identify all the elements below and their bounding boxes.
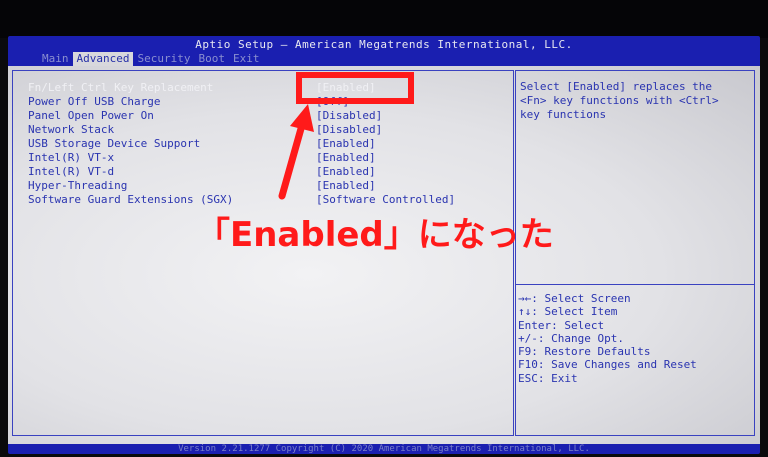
key-save-reset: F10: Save Changes and Reset xyxy=(518,358,697,372)
key-change-opt: +/-: Change Opt. xyxy=(518,331,624,345)
setting-value[interactable]: [Enabled] xyxy=(316,179,376,193)
tab-advanced[interactable]: Advanced xyxy=(72,52,134,66)
setting-intel-vt-d[interactable]: Intel(R) VT-d [Enabled] xyxy=(28,165,498,179)
setting-label: Panel Open Power On xyxy=(28,109,154,122)
highlight-box xyxy=(296,72,414,104)
setting-value[interactable]: [Enabled] xyxy=(316,151,376,165)
setting-sgx[interactable]: Software Guard Extensions (SGX) [Softwar… xyxy=(28,193,498,207)
setting-label: Intel(R) VT-d xyxy=(28,165,115,178)
key-restore-defaults: F9: Restore Defaults xyxy=(518,345,651,359)
key-select-item: ↑↓: Select Item xyxy=(518,305,618,319)
key-enter: Enter: Select xyxy=(518,318,605,332)
key-exit: ESC: Exit xyxy=(518,371,578,385)
setting-hyper-threading[interactable]: Hyper-Threading [Enabled] xyxy=(28,179,498,193)
setting-value[interactable]: [Enabled] xyxy=(316,137,376,151)
annotation-text: 「Enabled」になった xyxy=(196,215,554,255)
setting-value[interactable]: [Software Controlled] xyxy=(316,193,455,207)
setting-label: Fn/Left Ctrl Key Replacement xyxy=(28,81,214,94)
tab-main[interactable]: Main xyxy=(38,52,73,66)
setting-network-stack[interactable]: Network Stack [Disabled] xyxy=(28,123,498,137)
key-select-screen: →←: Select Screen xyxy=(518,292,631,305)
help-description: Select [Enabled] replaces the <Fn> key f… xyxy=(520,80,719,121)
setting-label: Intel(R) VT-x xyxy=(28,151,115,164)
monitor-bezel xyxy=(0,0,768,38)
setting-power-off-usb-charge[interactable]: Power Off USB Charge [Off] xyxy=(28,95,498,109)
setting-panel-open-power-on[interactable]: Panel Open Power On [Disabled] xyxy=(28,109,498,123)
tab-security[interactable]: Security xyxy=(133,52,194,66)
setting-label: Network Stack xyxy=(28,123,115,136)
setting-value[interactable]: [Disabled] xyxy=(316,109,382,123)
tab-exit[interactable]: Exit xyxy=(229,52,264,66)
copyright-footer: Version 2.21.1277 Copyright (C) 2020 Ame… xyxy=(178,444,590,454)
key-legend: →←: Select Screen ↑↓: Select Item Enter:… xyxy=(518,292,750,385)
help-divider xyxy=(515,284,755,285)
setting-usb-storage-support[interactable]: USB Storage Device Support [Enabled] xyxy=(28,137,498,151)
tab-boot[interactable]: Boot xyxy=(194,52,229,66)
setting-label: USB Storage Device Support xyxy=(28,137,201,150)
setting-label: Hyper-Threading xyxy=(28,179,128,192)
setting-fn-ctrl-replacement[interactable]: Fn/Left Ctrl Key Replacement [Enabled] xyxy=(28,81,498,95)
setting-label: Power Off USB Charge xyxy=(28,95,161,108)
tab-bar: Main Advanced Security Boot Exit xyxy=(38,52,263,66)
setting-label: Software Guard Extensions (SGX) xyxy=(28,193,234,206)
setting-intel-vt-x[interactable]: Intel(R) VT-x [Enabled] xyxy=(28,151,498,165)
bios-title: Aptio Setup – American Megatrends Intern… xyxy=(195,38,573,51)
setting-value[interactable]: [Disabled] xyxy=(316,123,382,137)
setting-value[interactable]: [Enabled] xyxy=(316,165,376,179)
